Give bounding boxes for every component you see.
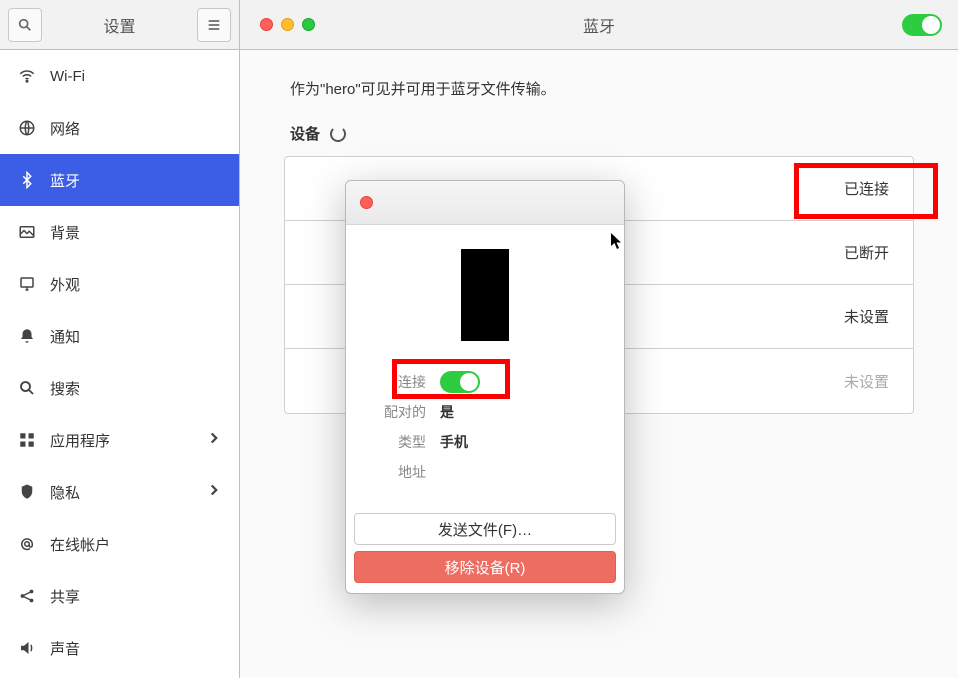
sidebar-item-search[interactable]: 搜索 <box>0 362 239 414</box>
content-header: 蓝牙 <box>240 0 958 49</box>
close-window-button[interactable] <box>260 18 273 31</box>
connection-row: 连接 <box>370 367 600 397</box>
sidebar-item-network[interactable]: 网络 <box>0 102 239 154</box>
app-header: 设置 蓝牙 <box>0 0 958 50</box>
paired-row: 配对的 是 <box>370 397 600 427</box>
sidebar-item-privacy[interactable]: 隐私 <box>0 466 239 518</box>
bell-icon <box>18 327 36 345</box>
sidebar-item-sound[interactable]: 声音 <box>0 622 239 674</box>
scan-spinner-icon <box>330 126 346 142</box>
sidebar-header: 设置 <box>0 0 240 49</box>
sidebar-item-label: 共享 <box>50 586 80 607</box>
sidebar-item-background[interactable]: 背景 <box>0 206 239 258</box>
maximize-window-button[interactable] <box>302 18 315 31</box>
appearance-icon <box>18 275 36 293</box>
device-status: 已连接 <box>844 178 889 199</box>
share-icon <box>18 587 36 605</box>
sidebar-item-notifications[interactable]: 通知 <box>0 310 239 362</box>
sidebar-item-label: 蓝牙 <box>50 170 80 191</box>
device-status: 未设置 <box>844 306 889 327</box>
dialog-body: 连接 配对的 是 类型 手机 地址 <box>346 225 624 501</box>
sidebar-item-bluetooth[interactable]: 蓝牙 <box>0 154 239 206</box>
sidebar-item-label: 外观 <box>50 274 80 295</box>
sidebar-item-appearance[interactable]: 外观 <box>0 258 239 310</box>
sidebar-item-label: Wi-Fi <box>50 68 85 85</box>
paired-label: 配对的 <box>370 402 426 422</box>
sound-icon <box>18 639 36 657</box>
address-row: 地址 <box>370 457 600 487</box>
chevron-right-icon <box>205 481 223 503</box>
device-detail-dialog: 连接 配对的 是 类型 手机 地址 发送文件(F)… 移除设备(R) <box>345 180 625 594</box>
sidebar-item-share[interactable]: 共享 <box>0 570 239 622</box>
apps-icon <box>18 431 36 449</box>
sidebar-item-wifi[interactable]: Wi-Fi <box>0 50 239 102</box>
sidebar-item-label: 通知 <box>50 326 80 347</box>
bluetooth-master-toggle[interactable] <box>902 14 942 36</box>
connection-toggle[interactable] <box>440 371 480 393</box>
send-file-button[interactable]: 发送文件(F)… <box>354 513 616 545</box>
menu-icon <box>206 17 222 33</box>
device-status: 已断开 <box>844 242 889 263</box>
sidebar-title: 设置 <box>50 13 189 37</box>
sidebar-item-label: 在线帐户 <box>50 534 110 555</box>
dialog-footer: 发送文件(F)… 移除设备(R) <box>346 501 624 593</box>
type-row: 类型 手机 <box>370 427 600 457</box>
sidebar-item-label: 声音 <box>50 638 80 659</box>
sidebar-item-label: 搜索 <box>50 378 80 399</box>
minimize-window-button[interactable] <box>281 18 294 31</box>
search-icon <box>18 379 36 397</box>
sidebar-item-online-accounts[interactable]: 在线帐户 <box>0 518 239 570</box>
device-image <box>461 249 509 341</box>
background-icon <box>18 223 36 241</box>
wifi-icon <box>18 67 36 85</box>
window-controls <box>260 18 315 31</box>
sidebar-item-label: 隐私 <box>50 482 80 503</box>
dialog-close-button[interactable] <box>360 196 373 209</box>
dialog-titlebar[interactable] <box>346 181 624 225</box>
devices-heading: 设备 <box>290 123 914 144</box>
network-icon <box>18 119 36 137</box>
address-label: 地址 <box>370 462 426 482</box>
sidebar-item-label: 网络 <box>50 118 80 139</box>
type-value: 手机 <box>440 432 468 452</box>
sidebar-item-label: 应用程序 <box>50 430 110 451</box>
at-icon <box>18 535 36 553</box>
connection-label: 连接 <box>370 372 426 392</box>
page-title: 蓝牙 <box>583 13 615 37</box>
menu-button[interactable] <box>197 8 231 42</box>
visibility-text: 作为"hero"可见并可用于蓝牙文件传输。 <box>290 78 914 99</box>
chevron-right-icon <box>205 429 223 451</box>
devices-label-text: 设备 <box>290 123 320 144</box>
sidebar-item-applications[interactable]: 应用程序 <box>0 414 239 466</box>
remove-device-button[interactable]: 移除设备(R) <box>354 551 616 583</box>
paired-value: 是 <box>440 402 454 422</box>
search-button[interactable] <box>8 8 42 42</box>
type-label: 类型 <box>370 432 426 452</box>
search-icon <box>17 17 33 33</box>
privacy-icon <box>18 483 36 501</box>
device-status: 未设置 <box>844 371 889 392</box>
bluetooth-icon <box>18 171 36 189</box>
sidebar-item-label: 背景 <box>50 222 80 243</box>
sidebar: Wi-Fi 网络 蓝牙 背景 外观 通知 搜索 应用程序 <box>0 50 240 678</box>
